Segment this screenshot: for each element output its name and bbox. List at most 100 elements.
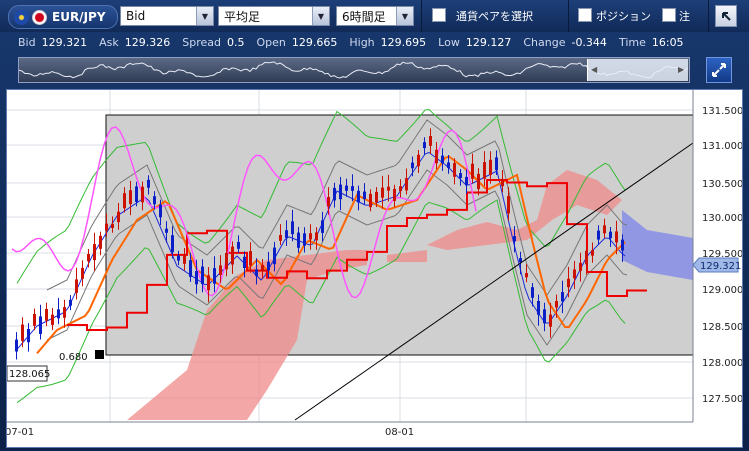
y-tick-label: 128.000 <box>702 358 742 369</box>
candle-body <box>465 176 468 186</box>
select-pair-checkbox[interactable] <box>432 8 446 22</box>
candle-body <box>237 242 240 249</box>
candle-body <box>291 221 294 235</box>
candle-body <box>279 235 282 241</box>
candle-body <box>81 267 84 279</box>
candle-body <box>315 232 318 241</box>
candle-body <box>15 339 18 352</box>
candle-body <box>429 136 432 146</box>
chevron-right-icon[interactable]: ▶ <box>678 65 686 75</box>
quote-bar: Bid 129.321 Ask 129.326 Spread 0.5 Open 129.… <box>0 33 749 51</box>
candle-body <box>537 301 540 315</box>
toolbar: EUR/JPY Bid ▼ 平均足 ▼ 6時間足 ▼ 通貨ペアを選択 ポジション… <box>0 0 749 32</box>
x-tick-label: 08-01 <box>385 427 414 438</box>
candle-body <box>399 186 402 192</box>
candle-body <box>87 254 90 262</box>
candle-body <box>69 299 72 306</box>
position-label: ポジション <box>596 10 651 23</box>
candle-body <box>507 196 510 214</box>
candle-body <box>591 250 594 256</box>
candle-body <box>513 236 516 242</box>
candle-body <box>147 179 150 188</box>
chevron-down-icon[interactable]: ▼ <box>312 7 329 25</box>
candle-body <box>243 256 246 268</box>
candle-body <box>405 178 408 191</box>
position-checkbox[interactable] <box>578 8 592 22</box>
candle-body <box>531 287 534 298</box>
expand-icon <box>712 63 726 77</box>
candle-body <box>183 255 186 264</box>
candle-body <box>573 269 576 279</box>
y-tick-label: 131.000 <box>702 141 742 152</box>
candle-body <box>57 309 60 319</box>
candle-body <box>519 258 522 263</box>
currency-pair-button[interactable]: EUR/JPY <box>8 5 118 29</box>
candle-body <box>75 279 78 293</box>
y-tick-label: 127.500 <box>702 394 742 405</box>
candle-body <box>63 307 66 318</box>
order-checkbox[interactable] <box>662 8 676 22</box>
candle-body <box>45 309 48 321</box>
candle-body <box>129 190 132 205</box>
candle-body <box>411 162 414 169</box>
candle-body <box>159 204 162 218</box>
candle-body <box>153 196 156 205</box>
currency-pair-label: EUR/JPY <box>52 10 106 24</box>
timeframe-select[interactable]: 6時間足 ▼ <box>336 6 414 26</box>
bid-label: Bid <box>18 35 36 49</box>
candle-body <box>561 292 564 302</box>
order-label: 注 <box>679 10 690 23</box>
candle-body <box>525 273 528 278</box>
candle-body <box>21 324 24 341</box>
candle-body <box>303 233 306 246</box>
y-tick-label: 131.500 <box>702 106 742 117</box>
candle-body <box>165 228 168 233</box>
candle-body <box>99 235 102 249</box>
box-marker[interactable]: 0.680 <box>59 350 104 363</box>
candle-body <box>621 239 624 251</box>
chevron-down-icon[interactable]: ▼ <box>396 7 413 25</box>
candle-body <box>615 231 618 243</box>
candle-body <box>549 314 552 327</box>
candle-body <box>321 220 324 233</box>
candle-body <box>123 193 126 209</box>
price-chart[interactable]: 131.500 131.000 130.500 130.000 129.500 … <box>5 89 743 448</box>
collapse-button[interactable] <box>715 5 737 27</box>
candle-body <box>273 247 276 265</box>
candle-body <box>105 223 108 231</box>
candle-body <box>225 253 228 270</box>
chart-navigator[interactable]: ◀ ▶ <box>18 57 690 83</box>
spread-label: Spread <box>182 35 221 49</box>
candle-type-select[interactable]: 平均足 ▼ <box>218 6 330 26</box>
y-tick-label: 130.000 <box>702 213 742 224</box>
chevron-down-icon[interactable]: ▼ <box>196 7 213 25</box>
candle-body <box>387 186 390 191</box>
candle-body <box>501 178 504 187</box>
candle-body <box>195 271 198 285</box>
candle-body <box>345 185 348 191</box>
candle-body <box>219 265 222 275</box>
chevron-left-icon[interactable]: ◀ <box>591 65 599 75</box>
candle-body <box>51 314 54 325</box>
candle-body <box>213 268 216 284</box>
candle-body <box>453 163 456 177</box>
candle-body <box>585 250 588 265</box>
toolbar-divider <box>708 0 709 32</box>
eu-flag-icon <box>14 9 29 25</box>
time-label: Time <box>618 35 646 49</box>
navigator-handle[interactable]: ◀ ▶ <box>587 59 688 81</box>
zoom-button[interactable] <box>706 57 732 83</box>
box-low-label: 128.065 <box>9 369 50 380</box>
candle-body <box>231 246 234 265</box>
price-type-select[interactable]: Bid ▼ <box>120 6 214 26</box>
candle-body <box>495 157 498 171</box>
change-value: -0.344 <box>571 35 607 49</box>
candle-body <box>111 223 114 228</box>
candle-body <box>393 188 396 201</box>
candle-body <box>207 275 210 291</box>
candle-body <box>459 173 462 178</box>
candle-body <box>117 211 120 223</box>
candle-body <box>363 191 366 199</box>
candle-body <box>189 260 192 277</box>
candle-body <box>489 159 492 175</box>
